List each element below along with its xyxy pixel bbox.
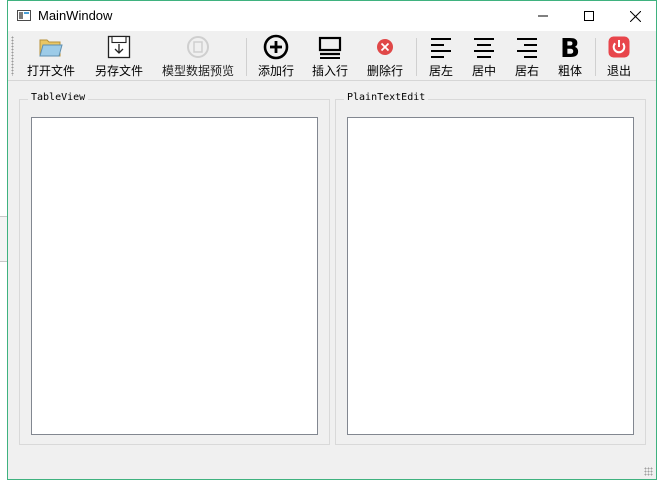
close-button[interactable]	[612, 1, 658, 31]
model-preview-label: 模型数据预览	[161, 64, 234, 78]
plaintextedit-group-title: PlainTextEdit	[344, 92, 429, 103]
desktop-background-edge	[0, 216, 7, 262]
add-row-label: 添加行	[257, 64, 294, 78]
align-right-icon	[516, 34, 538, 60]
power-icon	[608, 34, 630, 60]
plus-circle-icon	[263, 34, 289, 60]
folder-open-icon	[38, 34, 64, 60]
toolbar: 打开文件 另存文件 模型数据预览 添加行 插入行 删除行 居左 居中 居右 B …	[8, 32, 656, 81]
insert-row-button[interactable]: 插入行	[310, 34, 350, 80]
save-as-button[interactable]: 另存文件	[93, 34, 145, 80]
toolbar-grip[interactable]	[11, 36, 14, 76]
toolbar-separator	[416, 38, 417, 76]
align-center-button[interactable]: 居中	[469, 34, 499, 80]
svg-text:B: B	[560, 35, 580, 59]
toolbar-separator	[246, 38, 247, 76]
exit-label: 退出	[606, 64, 631, 78]
minimize-button[interactable]	[520, 1, 566, 31]
exit-button[interactable]: 退出	[604, 34, 634, 80]
tableview-groupbox: TableView	[19, 92, 330, 445]
open-file-button[interactable]: 打开文件	[26, 34, 76, 80]
align-center-icon	[473, 34, 495, 60]
main-window: MainWindow 打开文件 另存文件 模型数据预览 添加行 插入行 删除行 …	[7, 0, 657, 480]
minimize-icon	[538, 15, 548, 17]
model-preview-button[interactable]: 模型数据预览	[160, 34, 236, 80]
insert-row-label: 插入行	[311, 64, 348, 78]
title-bar: MainWindow	[8, 1, 656, 31]
bold-label: 粗体	[557, 64, 582, 78]
add-row-button[interactable]: 添加行	[256, 34, 296, 80]
window-title: MainWindow	[38, 8, 113, 23]
insert-row-icon	[318, 34, 342, 60]
align-left-label: 居左	[428, 64, 453, 78]
table-view[interactable]	[31, 117, 318, 435]
save-as-label: 另存文件	[94, 64, 143, 78]
maximize-icon	[584, 11, 594, 21]
delete-row-label: 删除行	[366, 64, 403, 78]
close-icon	[629, 10, 641, 22]
align-right-label: 居右	[514, 64, 539, 78]
delete-x-circle-icon	[376, 34, 394, 60]
plain-text-edit[interactable]	[347, 117, 634, 435]
bold-icon: B	[559, 34, 581, 60]
align-center-label: 居中	[471, 64, 496, 78]
preview-icon	[186, 34, 210, 60]
open-file-label: 打开文件	[26, 64, 75, 78]
save-disk-icon	[107, 34, 131, 60]
bold-button[interactable]: B 粗体	[555, 34, 585, 80]
tableview-group-title: TableView	[28, 92, 89, 103]
plaintextedit-groupbox: PlainTextEdit	[335, 92, 646, 445]
align-left-button[interactable]: 居左	[426, 34, 456, 80]
align-right-button[interactable]: 居右	[512, 34, 542, 80]
delete-row-button[interactable]: 删除行	[364, 34, 406, 80]
maximize-button[interactable]	[566, 1, 612, 31]
resize-grip[interactable]	[644, 467, 653, 476]
align-left-icon	[430, 34, 452, 60]
toolbar-separator	[595, 38, 596, 76]
app-window-icon	[17, 10, 31, 21]
